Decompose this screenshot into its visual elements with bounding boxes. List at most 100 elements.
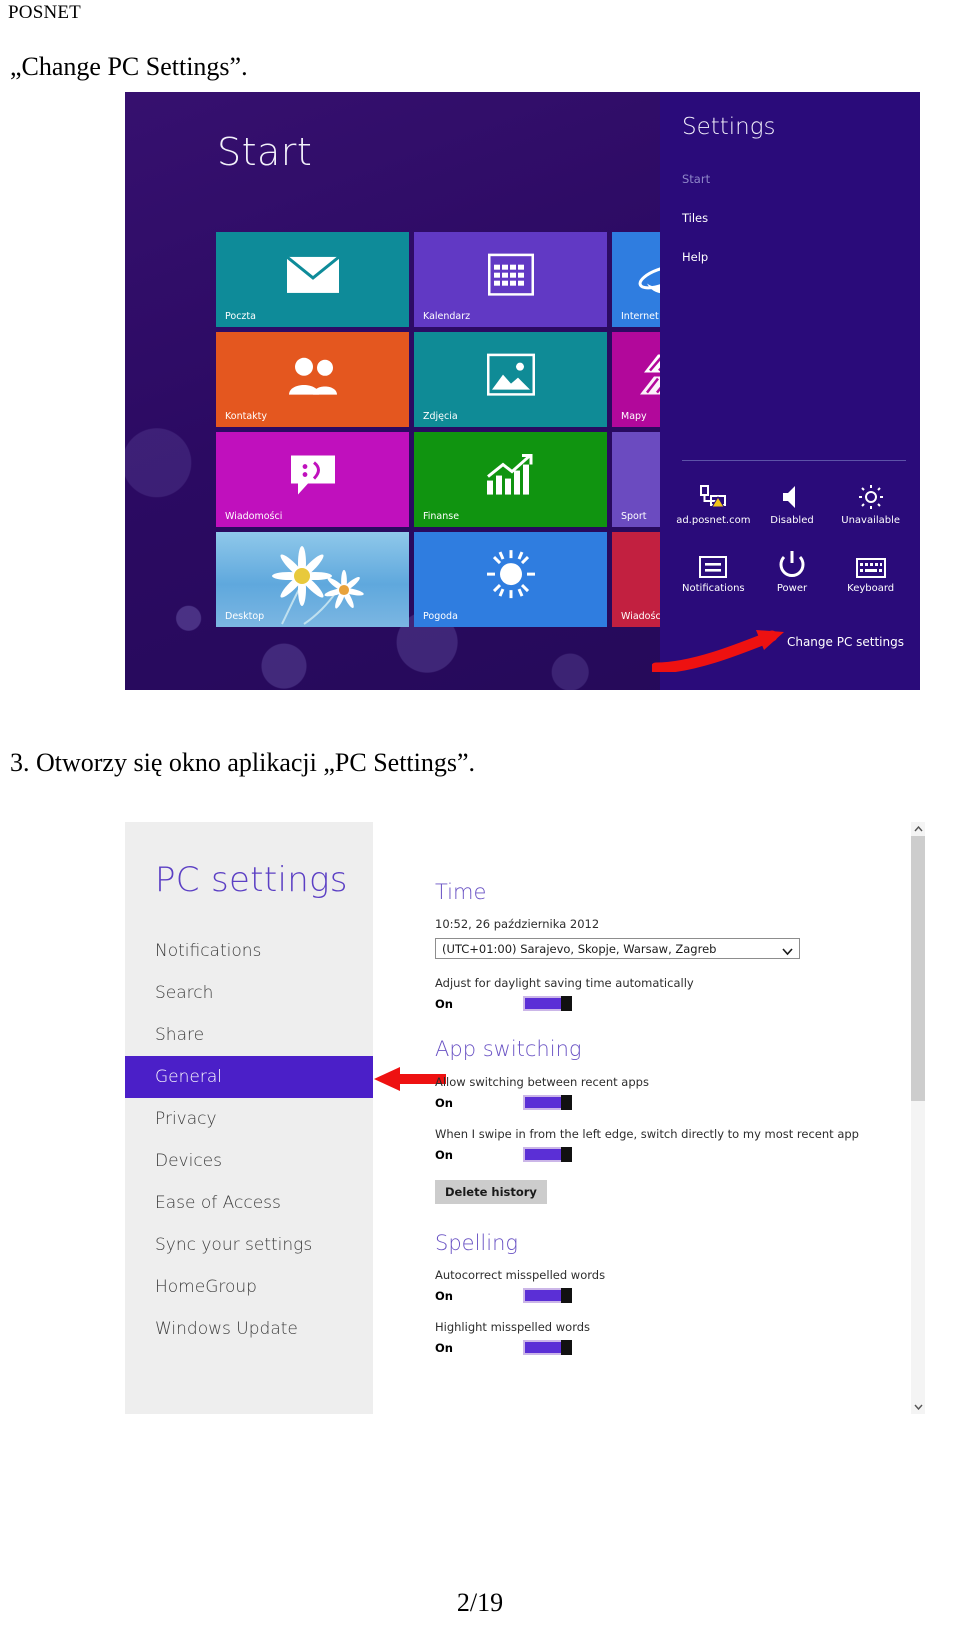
allow-switching-label: Allow switching between recent apps (435, 1075, 649, 1089)
chevron-up-icon[interactable] (911, 822, 925, 836)
autocorrect-toggle-switch[interactable] (523, 1288, 572, 1303)
sidebar-item-ease-of-access[interactable]: Ease of Access (125, 1182, 373, 1224)
sidebar-item-devices[interactable]: Devices (125, 1140, 373, 1182)
sidebar-item-general[interactable]: General (125, 1056, 373, 1098)
desktop-flowers-icon (244, 536, 384, 627)
toggle-knob (561, 996, 572, 1011)
vertical-scrollbar[interactable] (911, 822, 925, 1414)
charm-divider (682, 460, 906, 461)
allow-switching-toggle-switch[interactable] (523, 1095, 572, 1110)
sidebar-item-label: Notifications (155, 941, 262, 961)
dst-toggle-switch[interactable] (523, 996, 572, 1011)
charm-title: Settings (682, 114, 776, 140)
pc-settings-figure: PC settings Notifications Search Share G… (125, 822, 925, 1414)
tile-desktop[interactable]: Desktop (216, 532, 409, 627)
tile-zdjecia[interactable]: Zdjęcia (414, 332, 607, 427)
dst-toggle-row: On (435, 996, 855, 1011)
tile-label: Wiadomości (225, 511, 283, 522)
current-time-value: 10:52, 26 października 2012 (435, 917, 600, 931)
sidebar-item-sync-your-settings[interactable]: Sync your settings (125, 1224, 373, 1266)
tile-label: Poczta (225, 311, 256, 322)
charm-link-tiles[interactable]: Tiles (682, 211, 708, 225)
pc-settings-nav: Notifications Search Share General Priva… (125, 930, 373, 1350)
tile-kontakty[interactable]: Kontakty (216, 332, 409, 427)
notifications-icon (674, 548, 753, 578)
sidebar-item-label: General (155, 1067, 222, 1087)
charm-icon-label: Unavailable (841, 515, 901, 526)
tile-label: Sport (621, 511, 647, 522)
tile-pogoda[interactable]: Pogoda (414, 532, 607, 627)
highlight-misspelled-state: On (435, 1340, 453, 1355)
charm-keyboard[interactable]: Keyboard (831, 548, 910, 594)
charm-icon-label: ad.posnet.com (676, 515, 751, 526)
sidebar-item-privacy[interactable]: Privacy (125, 1098, 373, 1140)
tile-label: Zdjęcia (423, 411, 458, 422)
toggle-knob (561, 1095, 572, 1110)
start-screen-figure: Start Poczta Kalendarz Internet Kontakty… (125, 92, 920, 690)
delete-history-button[interactable]: Delete history (435, 1180, 547, 1204)
sidebar-item-label: Devices (155, 1151, 222, 1171)
volume-icon (753, 480, 832, 510)
swipe-left-edge-toggle-switch[interactable] (523, 1147, 572, 1162)
tile-poczta[interactable]: Poczta (216, 232, 409, 327)
chevron-down-icon[interactable] (911, 1400, 925, 1414)
toggle-knob (561, 1340, 572, 1355)
page-number: 2/19 (456, 1588, 504, 1617)
power-icon (753, 548, 832, 578)
highlight-misspelled-toggle-row: On (435, 1340, 855, 1355)
dst-label: Adjust for daylight saving time automati… (435, 976, 694, 990)
sidebar-item-label: Search (155, 983, 214, 1003)
sidebar-item-label: Sync your settings (155, 1235, 313, 1255)
tile-label: Pogoda (423, 611, 458, 622)
keyboard-icon (831, 548, 910, 578)
scrollbar-thumb[interactable] (911, 836, 925, 1101)
network-warning-icon (674, 480, 753, 510)
sidebar-item-notifications[interactable]: Notifications (125, 930, 373, 972)
swipe-left-edge-toggle-row: On (435, 1147, 855, 1162)
intro-text: „Change PC Settings”. (10, 52, 248, 81)
tile-kalendarz[interactable]: Kalendarz (414, 232, 607, 327)
sidebar-item-label: HomeGroup (155, 1277, 257, 1297)
toggle-knob (561, 1288, 572, 1303)
sidebar-item-search[interactable]: Search (125, 972, 373, 1014)
autocorrect-state: On (435, 1288, 453, 1303)
sidebar-item-homegroup[interactable]: HomeGroup (125, 1266, 373, 1308)
photos-icon (414, 352, 607, 400)
messaging-icon (216, 452, 409, 501)
tile-finanse[interactable]: Finanse (414, 432, 607, 527)
tile-label: Wiadości (621, 611, 664, 622)
people-icon (216, 354, 409, 399)
chevron-down-icon (782, 943, 793, 961)
timezone-select[interactable]: (UTC+01:00) Sarajevo, Skopje, Warsaw, Za… (435, 938, 800, 959)
start-title: Start (217, 130, 313, 174)
charm-notifications[interactable]: Notifications (674, 548, 753, 594)
charm-network[interactable]: ad.posnet.com (674, 480, 753, 526)
settings-charm-panel: Settings Start Tiles Help ad.posnet.com … (660, 92, 920, 690)
document-header: POSNET (8, 2, 81, 23)
charm-brightness[interactable]: Unavailable (831, 480, 910, 526)
charm-power[interactable]: Power (753, 548, 832, 594)
sidebar-item-windows-update[interactable]: Windows Update (125, 1308, 373, 1350)
tile-label: Kontakty (225, 411, 267, 422)
sidebar-item-label: Windows Update (155, 1319, 298, 1339)
sidebar-item-share[interactable]: Share (125, 1014, 373, 1056)
section-title-app-switching: App switching (435, 1037, 582, 1061)
sidebar-item-label: Ease of Access (155, 1193, 281, 1213)
change-pc-settings-link[interactable]: Change PC settings (787, 635, 904, 649)
brightness-icon (831, 480, 910, 510)
allow-switching-state: On (435, 1095, 453, 1110)
charm-link-help[interactable]: Help (682, 250, 708, 264)
swipe-left-edge-label: When I swipe in from the left edge, swit… (435, 1127, 859, 1141)
tile-wiadomosci[interactable]: Wiadomości (216, 432, 409, 527)
charm-link-start[interactable]: Start (682, 172, 710, 186)
sidebar-item-label: Privacy (155, 1109, 217, 1129)
autocorrect-toggle-row: On (435, 1288, 855, 1303)
section-title-time: Time (435, 880, 487, 904)
weather-sun-icon (414, 548, 607, 605)
pc-settings-sidebar: PC settings Notifications Search Share G… (125, 822, 373, 1414)
tile-label: Finanse (423, 511, 460, 522)
charm-icon-label: Power (776, 583, 808, 594)
autocorrect-label: Autocorrect misspelled words (435, 1268, 606, 1282)
highlight-misspelled-toggle-switch[interactable] (523, 1340, 572, 1355)
charm-volume[interactable]: Disabled (753, 480, 832, 526)
